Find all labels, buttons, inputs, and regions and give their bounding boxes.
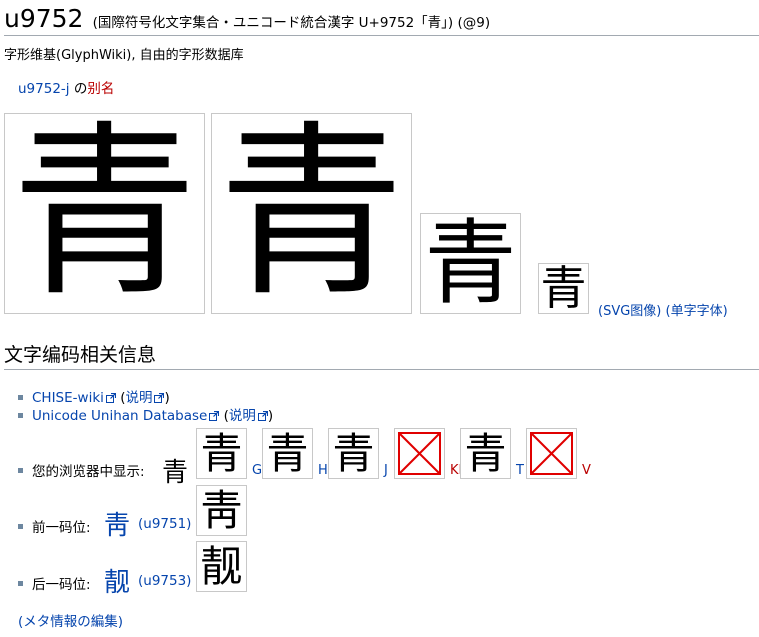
external-link-icon (154, 393, 165, 403)
bullet-icon (18, 395, 23, 400)
glyph-image-small[interactable]: 青 (538, 263, 589, 314)
page-title: u9752 (4, 4, 84, 33)
glyph-char: 青 (218, 113, 405, 314)
external-link-icon (257, 411, 268, 421)
source-label-g[interactable]: G (252, 463, 262, 478)
source-glyph-box[interactable]: 青 (328, 428, 379, 479)
external-link-icon (209, 411, 220, 421)
source-label-v[interactable]: V (582, 463, 591, 478)
glyph-image-large-1[interactable]: 青 (4, 113, 205, 314)
bullet-icon (18, 524, 23, 529)
prev-codepoint-glyph-box[interactable]: 靑 (196, 485, 247, 536)
glyph-char: 青 (266, 429, 309, 478)
source-glyph-box[interactable] (394, 428, 445, 479)
source-label-h[interactable]: H (318, 463, 328, 478)
unihan-row: Unicode Unihan Database (说明) (32, 404, 273, 424)
next-codepoint-code-link[interactable]: (u9753) (138, 573, 191, 589)
unihan-link[interactable]: Unicode Unihan Database (32, 408, 207, 424)
section-heading: 文字编码相关信息 (4, 344, 157, 366)
bullet-icon (18, 468, 23, 473)
glyph-char: 靓 (200, 542, 243, 591)
glyph-image-large-2[interactable]: 青 (211, 113, 412, 314)
glyph-char: 靑 (200, 486, 243, 535)
glyph-image-medium[interactable]: 青 (420, 213, 521, 314)
source-glyph-box[interactable] (526, 428, 577, 479)
page-subtitle: (国際符号化文字集合・ユニコード統合漢字 U+9752「青」) (@9) (92, 15, 491, 31)
source-label-t[interactable]: T (516, 463, 524, 478)
svg-image-link[interactable]: (SVG图像) (598, 304, 661, 319)
alias-mid: の (69, 81, 88, 97)
glyph-char: 青 (540, 263, 587, 314)
alias-link[interactable]: u9752-j (18, 81, 70, 97)
next-codepoint-label: 后一码位: (32, 577, 91, 593)
prev-codepoint-label: 前一码位: (32, 520, 91, 536)
missing-glyph-icon (530, 432, 573, 475)
section-heading-bar: 文字编码相关信息 (4, 340, 759, 370)
site-tagline: 字形维基(GlyphWiki), 自由的字形数据库 (4, 48, 244, 63)
next-codepoint-glyph-box[interactable]: 靓 (196, 541, 247, 592)
source-glyph-box[interactable]: 青 (460, 428, 511, 479)
page-title-bar: u9752 (国際符号化文字集合・ユニコード統合漢字 U+9752「青」) (@… (4, 2, 759, 36)
browser-display-label: 您的浏览器中显示: (32, 464, 145, 480)
source-glyph-box[interactable]: 青 (196, 428, 247, 479)
next-codepoint-char-link[interactable]: 靓 (104, 562, 130, 599)
glyph-char: 青 (464, 429, 507, 478)
missing-glyph-icon (398, 432, 441, 475)
chise-row: CHISE-wiki (说明) (32, 386, 170, 406)
edit-meta-link[interactable]: (メタ情報の編集) (18, 610, 123, 630)
alias-line: u9752-j の别名 (18, 77, 114, 97)
source-label-j[interactable]: J (384, 463, 388, 478)
alias-redlink[interactable]: 别名 (87, 81, 114, 97)
unihan-explain-link[interactable]: 说明 (229, 408, 256, 424)
glyph-char: 青 (424, 213, 517, 314)
browser-rendered-char: 青 (162, 458, 189, 488)
single-char-font-link[interactable]: (单字字体) (666, 304, 728, 319)
glyph-format-links: (SVG图像) (单字字体) (598, 300, 728, 319)
bullet-icon (18, 413, 23, 418)
prev-codepoint-code-link[interactable]: (u9751) (138, 516, 191, 532)
paren-close: ) (267, 408, 274, 424)
prev-codepoint-char-link[interactable]: 靑 (104, 505, 130, 542)
glyph-char: 青 (11, 113, 198, 314)
glyph-char: 青 (200, 429, 243, 478)
source-glyph-box[interactable]: 青 (262, 428, 313, 479)
bullet-icon (18, 581, 23, 586)
glyph-char: 青 (332, 429, 375, 478)
external-link-icon (105, 393, 116, 403)
